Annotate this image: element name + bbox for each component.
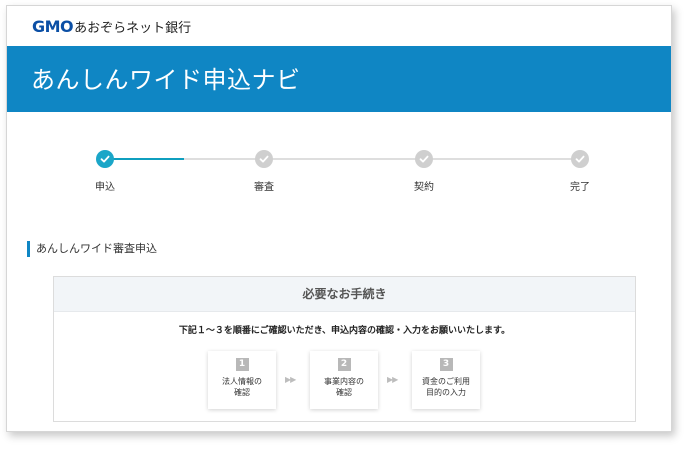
procedure-card-2: 2 事業内容の 確認 [310,351,378,409]
step-contract: 契約 [394,146,454,193]
step-label-review: 審査 [254,182,274,193]
check-icon [96,150,114,168]
logo-bank-name: あおぞらネット銀行 [74,21,192,36]
logo-bar: GMO あおぞらネット銀行 [7,6,671,46]
double-arrow-icon: ▶▶ [387,375,398,384]
procedure-text-2-line2: 確認 [336,388,352,397]
procedure-text-3-line2: 目的の入力 [426,388,466,397]
procedure-text-1-line2: 確認 [234,388,250,397]
step-label-apply: 申込 [95,182,115,193]
procedure-number-2: 2 [337,358,351,371]
procedure-card-3: 3 資金のご利用 目的の入力 [412,351,480,409]
check-icon [415,150,433,168]
bank-logo[interactable]: GMO あおぞらネット銀行 [32,17,191,36]
check-icon [571,150,589,168]
procedures-intro: 下記１～３を順番にご確認いただき、申込内容の確認・入力をお願いいたします。 [178,326,511,336]
step-complete: 完了 [550,146,610,193]
double-arrow-icon: ▶▶ [285,375,296,384]
logo-gmo: GMO [32,17,74,36]
page-title: あんしんワイド申込ナビ [31,66,301,94]
procedure-text-2: 事業内容の 確認 [310,376,378,398]
page-frame: GMO あおぞらネット銀行 あんしんワイド申込ナビ 申込 審査 契約 完了 あん… [6,5,672,432]
procedure-number-1: 1 [235,358,249,371]
step-label-complete: 完了 [570,182,590,193]
procedure-text-1-line1: 法人情報の [222,377,262,386]
procedure-text-2-line1: 事業内容の [324,377,364,386]
procedures-header: 必要なお手続き [54,277,635,312]
step-apply: 申込 [75,146,135,193]
procedure-card-1: 1 法人情報の 確認 [208,351,276,409]
step-review: 審査 [234,146,294,193]
procedure-text-3: 資金のご利用 目的の入力 [412,376,480,398]
step-label-contract: 契約 [414,182,434,193]
procedures-panel: 必要なお手続き 下記１～３を順番にご確認いただき、申込内容の確認・入力をお願いい… [53,276,636,422]
procedure-text-1: 法人情報の 確認 [208,376,276,398]
title-band: あんしんワイド申込ナビ [7,46,671,112]
check-icon [255,150,273,168]
progress-stepper: 申込 審査 契約 完了 [7,146,671,206]
procedure-text-3-line1: 資金のご利用 [422,377,470,386]
section-heading: あんしんワイド審査申込 [27,241,157,257]
procedure-number-3: 3 [439,358,453,371]
